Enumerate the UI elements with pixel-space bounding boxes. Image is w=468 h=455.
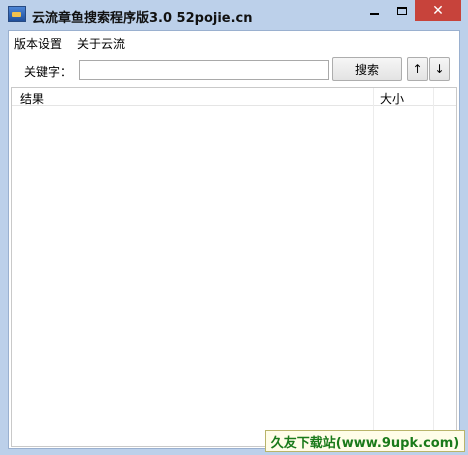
close-button[interactable]: ✕ — [415, 0, 461, 21]
app-window: 云流章鱼搜索程序版3.0 52pojie.cn ✕ 版本设置 关于云流 关键字：… — [0, 0, 468, 455]
title-bar[interactable]: 云流章鱼搜索程序版3.0 52pojie.cn ✕ — [0, 0, 468, 30]
keyword-input[interactable] — [79, 60, 329, 80]
maximize-button[interactable] — [388, 0, 415, 21]
column-divider[interactable] — [433, 88, 434, 448]
result-list[interactable]: 结果 大小 — [11, 87, 457, 448]
client-area: 版本设置 关于云流 关键字： 搜索 ↑ ↓ 结果 大小 — [8, 30, 460, 449]
maximize-icon — [396, 6, 407, 15]
list-header: 结果 大小 — [12, 88, 456, 106]
move-up-button[interactable]: ↑ — [407, 57, 428, 81]
column-header-size[interactable]: 大小 — [380, 90, 404, 107]
app-icon — [8, 6, 26, 22]
keyword-label: 关键字： — [24, 65, 73, 79]
minimize-button[interactable] — [361, 0, 388, 21]
column-header-result[interactable]: 结果 — [20, 90, 44, 107]
search-button[interactable]: 搜索 — [332, 57, 402, 81]
move-down-button[interactable]: ↓ — [429, 57, 450, 81]
minimize-icon — [370, 12, 379, 15]
menu-version-settings[interactable]: 版本设置 — [14, 35, 62, 52]
arrow-down-icon: ↓ — [434, 62, 445, 76]
menu-about[interactable]: 关于云流 — [77, 35, 125, 52]
arrow-up-icon: ↑ — [412, 62, 423, 76]
menu-bar: 版本设置 关于云流 — [9, 31, 459, 53]
close-icon: ✕ — [432, 2, 444, 19]
window-title: 云流章鱼搜索程序版3.0 52pojie.cn — [32, 11, 253, 26]
column-divider[interactable] — [373, 88, 374, 448]
search-row: 关键字： 搜索 ↑ ↓ — [9, 53, 459, 85]
watermark-banner: 久友下载站(www.9upk.com) — [265, 430, 465, 452]
watermark-text: 久友下载站(www.9upk.com) — [270, 435, 460, 451]
search-button-label: 搜索 — [354, 62, 379, 77]
